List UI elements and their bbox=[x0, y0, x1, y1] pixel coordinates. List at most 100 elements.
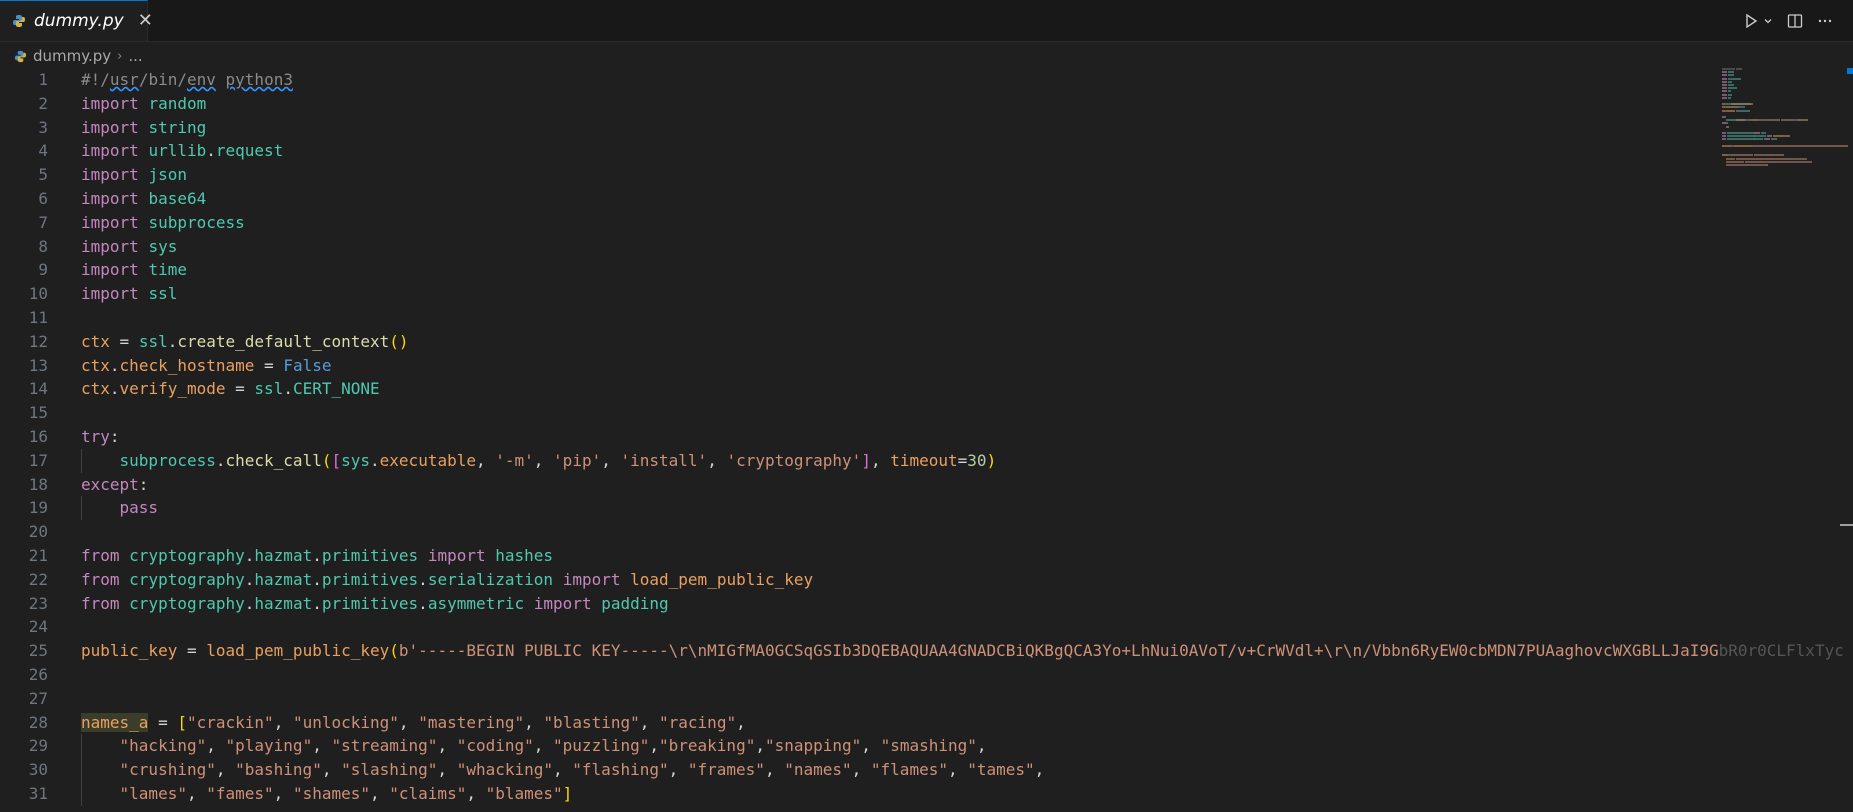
breadcrumb-more[interactable]: ... bbox=[128, 47, 142, 65]
code-token: . bbox=[244, 569, 255, 589]
code-token: serialization bbox=[427, 569, 554, 589]
code-token: , bbox=[466, 784, 486, 803]
code-line[interactable]: 28 names_a = ["crackin", "unlocking", "ma… bbox=[0, 711, 1720, 735]
code-line[interactable]: 19 pass bbox=[0, 496, 1720, 520]
minimap-token bbox=[1776, 157, 1785, 160]
code-token: [ bbox=[331, 450, 342, 470]
code-line[interactable]: 7 import subprocess bbox=[0, 211, 1720, 235]
code-token: "flashing" bbox=[572, 760, 669, 780]
code-token: ] bbox=[861, 450, 871, 470]
code-editor[interactable]: 1 #!/usr/bin/env python3 2 import random 3 im… bbox=[0, 68, 1853, 812]
code-token: "fames" bbox=[206, 784, 274, 803]
code-line[interactable]: 21 from cryptography.hazmat.primitives im… bbox=[0, 544, 1720, 568]
line-number: 24 bbox=[28, 617, 48, 637]
code-token: verify_mode bbox=[119, 379, 226, 399]
line-number: 11 bbox=[28, 308, 48, 327]
minimap-token bbox=[1744, 138, 1754, 141]
code-line[interactable]: 1 #!/usr/bin/env python3 bbox=[0, 68, 1720, 92]
code-text: public_key = load_pem_public_key(b'-----… bbox=[81, 639, 1844, 663]
code-token: names_a bbox=[81, 712, 149, 732]
code-token: "lames" bbox=[119, 784, 187, 803]
code-token: load_pem_public_key bbox=[206, 641, 390, 661]
code-line[interactable]: 6 import base64 bbox=[0, 187, 1720, 211]
tab-dummy-py[interactable]: dummy.py ✕ bbox=[0, 0, 153, 41]
chevron-down-icon[interactable] bbox=[1763, 16, 1773, 26]
code-token: "blames" bbox=[485, 784, 563, 803]
code-token: "crackin" bbox=[186, 712, 274, 732]
code-token: ] bbox=[562, 784, 573, 803]
code-token: 'cryptography' bbox=[726, 450, 862, 470]
code-line[interactable]: 17 subprocess.check_call([sys.executable… bbox=[0, 449, 1720, 473]
minimap-token bbox=[1767, 164, 1768, 166]
code-token: . bbox=[418, 569, 428, 589]
code-line[interactable]: 27 bbox=[0, 687, 1720, 711]
code-line[interactable]: 2 import random bbox=[0, 92, 1720, 116]
code-token: = bbox=[225, 379, 255, 399]
code-line[interactable]: 29 "hacking", "playing", "streaming", "c… bbox=[0, 734, 1720, 758]
code-line[interactable]: 3 import string bbox=[0, 116, 1720, 140]
minimap-token bbox=[1731, 103, 1751, 106]
code-token: . bbox=[312, 593, 322, 613]
code-line[interactable]: 25 public_key = load_pem_public_key(b'---… bbox=[0, 639, 1844, 663]
split-editor-icon[interactable] bbox=[1787, 13, 1803, 29]
code-token: "whacking" bbox=[456, 760, 554, 780]
indent-guide bbox=[81, 734, 82, 759]
code-token: "tames" bbox=[967, 760, 1035, 780]
more-icon[interactable] bbox=[1817, 13, 1833, 29]
code-token: , bbox=[533, 450, 554, 470]
code-token: . bbox=[167, 331, 178, 351]
minimap-token bbox=[1757, 160, 1767, 163]
code-token: "snapping" bbox=[764, 736, 862, 756]
code-line[interactable]: 24 bbox=[0, 615, 1720, 639]
code-text: import subprocess bbox=[81, 211, 245, 235]
code-line[interactable]: 18 except: bbox=[0, 473, 1720, 497]
code-line[interactable]: 15 bbox=[0, 401, 1720, 425]
code-token: , bbox=[861, 736, 881, 756]
code-token: primitives bbox=[321, 569, 419, 589]
code-line[interactable]: 26 bbox=[0, 663, 1720, 687]
code-line[interactable]: 13 ctx.check_hostname = False bbox=[0, 354, 1720, 378]
minimap-token bbox=[1754, 138, 1764, 141]
code-line[interactable]: 22 from cryptography.hazmat.primitives.se… bbox=[0, 568, 1720, 592]
code-text: "crushing", "bashing", "slashing", "whac… bbox=[81, 758, 1045, 782]
code-line[interactable]: 23 from cryptography.hazmat.primitives.as… bbox=[0, 592, 1720, 616]
breadcrumb-file[interactable]: dummy.py bbox=[33, 47, 111, 65]
code-line[interactable]: 12 ctx = ssl.create_default_context() bbox=[0, 330, 1720, 354]
code-token: load_pem_public_key bbox=[630, 569, 814, 589]
code-line[interactable]: 20 bbox=[0, 520, 1720, 544]
code-line[interactable]: 10 import ssl bbox=[0, 282, 1720, 306]
minimap-token bbox=[1744, 135, 1754, 138]
code-token: time bbox=[148, 260, 187, 280]
code-line[interactable]: 16 try: bbox=[0, 425, 1720, 449]
code-line[interactable]: 11 bbox=[0, 306, 1720, 330]
code-line[interactable]: 30 "crushing", "bashing", "slashing", "w… bbox=[0, 758, 1720, 782]
run-icon[interactable] bbox=[1743, 13, 1759, 29]
code-line[interactable]: 5 import json bbox=[0, 163, 1720, 187]
breadcrumb: dummy.py › ... bbox=[14, 46, 143, 66]
close-icon[interactable]: ✕ bbox=[138, 12, 153, 30]
code-line[interactable]: 14 ctx.verify_mode = ssl.CERT_NONE bbox=[0, 377, 1720, 401]
code-token: . bbox=[244, 593, 255, 613]
code-token: import bbox=[81, 189, 139, 208]
code-line[interactable]: 31 "lames", "fames", "shames", "claims",… bbox=[0, 782, 1720, 806]
code-line[interactable]: 8 import sys bbox=[0, 235, 1720, 259]
line-number: 30 bbox=[28, 760, 48, 780]
code-token: timeout bbox=[890, 450, 958, 470]
code-token: cryptography bbox=[129, 546, 245, 565]
minimap-token bbox=[1741, 154, 1752, 157]
code-token: usr bbox=[109, 70, 139, 89]
code-token: , bbox=[639, 712, 660, 732]
line-number: 8 bbox=[38, 236, 48, 256]
minimap[interactable] bbox=[1722, 68, 1848, 238]
code-token: env bbox=[186, 70, 216, 89]
code-line[interactable]: 4 import urllib.request bbox=[0, 139, 1720, 163]
minimap-token bbox=[1749, 119, 1759, 122]
code-token: "claims" bbox=[389, 784, 467, 803]
code-line[interactable]: 9 import time bbox=[0, 258, 1720, 282]
code-token: "puzzling" bbox=[553, 736, 650, 756]
